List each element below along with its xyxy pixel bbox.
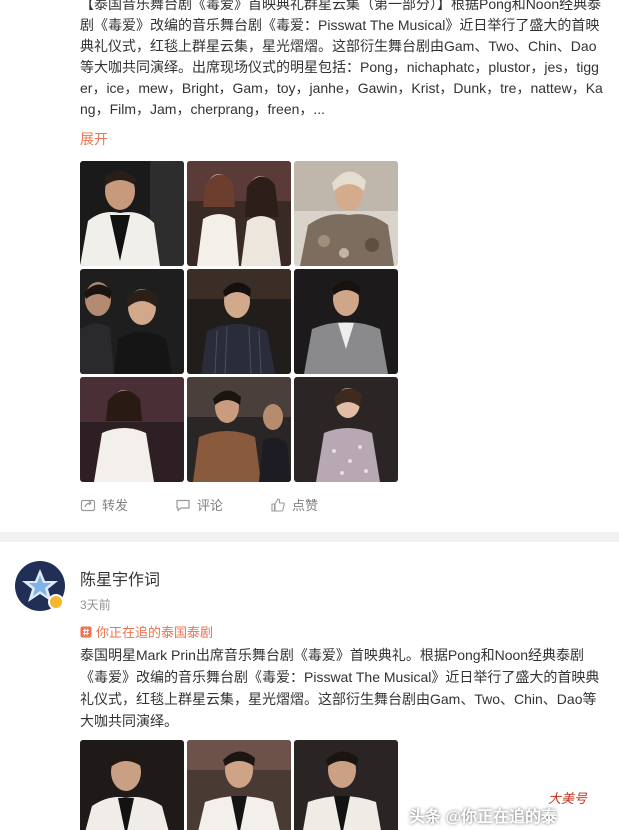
photo-thumbnail[interactable] (294, 161, 398, 266)
photo-man-grey-suit (294, 269, 398, 374)
photo-thumbnail[interactable] (80, 269, 184, 374)
like-icon (271, 497, 285, 512)
topic-link[interactable]: 你正在追的泰国泰剧 (80, 622, 213, 641)
verified-badge-icon (48, 594, 64, 610)
photo-man-white-jacket (294, 740, 398, 830)
photo-thumbnail[interactable] (294, 269, 398, 374)
photo-two-men-dark (80, 269, 184, 374)
photo-grid (80, 740, 398, 830)
post-actions: 转发 评论 点赞 (80, 495, 365, 514)
comment-icon (176, 499, 190, 511)
post-text: 【泰国音乐舞台剧《毒爱》首映典礼群星云集（第一部分）】根据Pong和Noon经典… (80, 0, 603, 117)
weibo-post-2: 陈星宇作词 3天前 你正在追的泰国泰剧 泰国明星Mark Prin出席音乐舞台剧… (0, 542, 619, 830)
comment-button[interactable]: 评论 (175, 495, 270, 514)
post-time[interactable]: 3天前 (80, 596, 111, 613)
weibo-post-1: 【泰国音乐舞台剧《毒爱》首映典礼群星云集（第一部分）】根据Pong和Noon经典… (0, 0, 619, 532)
comment-label: 评论 (197, 498, 224, 513)
toutiao-watermark: 头条 @你正在追的泰 (409, 809, 558, 826)
photo-man-blond-hair (294, 161, 398, 266)
photo-thumbnail[interactable] (80, 740, 184, 830)
post-text: 泰国明星Mark Prin出席音乐舞台剧《毒爱》首映典礼。根据Pong和Noon… (80, 647, 600, 729)
photo-thumbnail[interactable] (80, 377, 184, 482)
photo-man-white-jacket (80, 740, 184, 830)
repost-label: 转发 (102, 498, 129, 513)
photo-grid (80, 161, 398, 482)
like-button[interactable]: 点赞 (270, 495, 365, 514)
expand-link[interactable]: 展开 (80, 129, 108, 150)
photo-thumbnail[interactable] (187, 161, 291, 266)
post-divider (0, 532, 619, 542)
repost-icon (80, 499, 96, 511)
topic-icon (80, 626, 92, 637)
photo-woman-white-dress (80, 377, 184, 482)
photo-thumbnail[interactable] (294, 377, 398, 482)
photo-thumbnail[interactable] (187, 377, 291, 482)
photo-man-brown-suit (187, 377, 291, 482)
photo-man-white-jacket (80, 161, 184, 266)
photo-thumbnail[interactable] (187, 269, 291, 374)
corner-logo: 大美号 (548, 792, 588, 807)
photo-woman-sequin-dress (294, 377, 398, 482)
photo-man-white-jacket (187, 740, 291, 830)
photo-thumbnail[interactable] (187, 740, 291, 830)
photo-man-striped-suit (187, 269, 291, 374)
like-label: 点赞 (292, 498, 319, 513)
author-name[interactable]: 陈星宇作词 (80, 566, 160, 590)
photo-two-women (187, 161, 291, 266)
topic-label: 你正在追的泰国泰剧 (96, 625, 214, 640)
repost-button[interactable]: 转发 (80, 495, 175, 514)
photo-thumbnail[interactable] (80, 161, 184, 266)
photo-thumbnail[interactable] (294, 740, 398, 830)
